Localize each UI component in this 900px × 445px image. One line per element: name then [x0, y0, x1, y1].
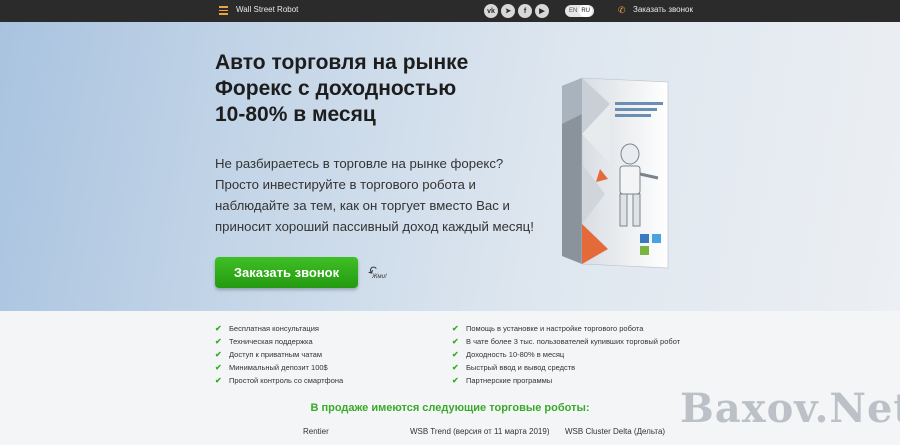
hero-title: Авто торговля на рынке Форекс с доходнос…: [215, 50, 545, 128]
feature-item: ✔ Техническая поддержка: [215, 337, 313, 346]
check-icon: ✔: [452, 350, 459, 359]
check-icon: ✔: [452, 376, 459, 385]
vk-icon[interactable]: vk: [484, 4, 498, 18]
feature-item: ✔ Простой контроль со смартфона: [215, 376, 344, 385]
order-call-button[interactable]: Заказать звонок: [215, 257, 358, 288]
feature-item: ✔ Минимальный депозит 100$: [215, 363, 328, 372]
menu-icon[interactable]: [219, 6, 228, 15]
lang-ru[interactable]: RU: [579, 5, 593, 17]
check-icon: ✔: [452, 324, 459, 333]
feature-item: ✔ Доходность 10-80% в месяц: [452, 350, 565, 359]
check-icon: ✔: [215, 363, 222, 372]
watermark: Baxov.Net: [680, 385, 900, 432]
hero-description: Не разбираетесь в торговле на рынке форе…: [215, 153, 555, 237]
hero-text-line: приносит хороший пассивный доход каждый …: [215, 219, 534, 234]
features-right: ✔ Помощь в установке и настройке торговог…: [452, 322, 680, 387]
hero-section: Авто торговля на рынке Форекс с доходнос…: [0, 22, 900, 311]
check-icon: ✔: [452, 337, 459, 346]
language-switcher[interactable]: EN RU: [565, 5, 595, 17]
robot-item-wsb-trend[interactable]: WSB Trend (версия от 11 марта 2019): [410, 427, 550, 436]
check-icon: ✔: [215, 376, 222, 385]
robot-item-wsb-cluster-delta[interactable]: WSB Cluster Delta (Дельта): [565, 427, 665, 436]
hero-title-line: Форекс с доходностью: [215, 77, 457, 100]
phone-icon: ✆: [618, 5, 626, 15]
hero-text-line: Просто инвестируйте в торгового робота и: [215, 177, 476, 192]
telegram-icon[interactable]: ➤: [501, 4, 515, 18]
feature-item: ✔ Помощь в установке и настройке торговог…: [452, 324, 644, 333]
feature-item: ✔ В чате более 3 тыс. пользователей купив…: [452, 337, 681, 346]
feature-item: ✔ Доступ к приватным чатам: [215, 350, 322, 359]
check-icon: ✔: [215, 350, 222, 359]
product-box-image: [562, 77, 669, 269]
youtube-icon[interactable]: ▶: [535, 4, 549, 18]
brand-name[interactable]: Wall Street Robot: [236, 5, 298, 14]
check-icon: ✔: [215, 337, 222, 346]
top-navbar: Wall Street Robot vk ➤ f ▶ EN RU ✆ Заказ…: [0, 0, 900, 22]
hero-text-line: наблюдайте за тем, как он торгует вместо…: [215, 198, 510, 213]
features-left: ✔ Бесплатная консультация ✔ Техническая по…: [215, 322, 343, 387]
check-icon: ✔: [215, 324, 222, 333]
facebook-icon[interactable]: f: [518, 4, 532, 18]
header-call-link[interactable]: Заказать звонок: [633, 5, 693, 14]
check-icon: ✔: [452, 363, 459, 372]
robot-item-rentier[interactable]: Rentier: [303, 427, 329, 436]
feature-item: ✔ Быстрый ввод и вывод средств: [452, 363, 576, 372]
social-links: vk ➤ f ▶: [484, 4, 549, 18]
press-hint: ↶ Жми!: [365, 262, 396, 286]
feature-item: ✔ Партнерские программы: [452, 376, 553, 385]
feature-item: ✔ Бесплатная консультация: [215, 324, 319, 333]
hero-title-line: 10-80% в месяц: [215, 103, 376, 126]
lang-en[interactable]: EN: [567, 5, 579, 17]
hero-text-line: Не разбираетесь в торговле на рынке форе…: [215, 156, 504, 171]
hero-title-line: Авто торговля на рынке: [215, 51, 469, 74]
press-hint-label: Жми!: [372, 274, 387, 280]
